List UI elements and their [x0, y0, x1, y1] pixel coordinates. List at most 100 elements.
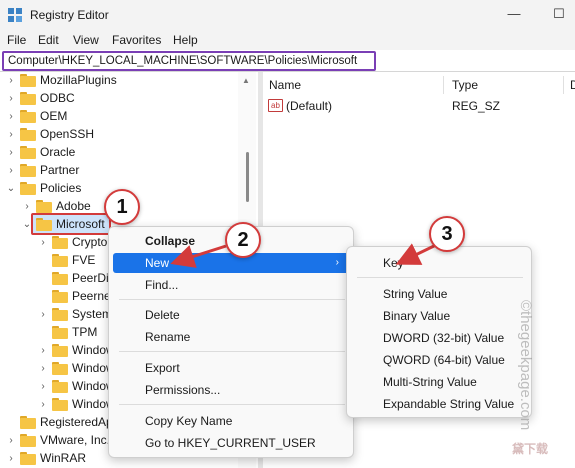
tree-item-label: Oracle	[40, 145, 76, 159]
folder-icon	[52, 308, 68, 321]
folder-icon	[52, 236, 68, 249]
registry-editor-icon	[8, 8, 22, 22]
expand-icon[interactable]: ›	[6, 93, 16, 105]
maximize-button[interactable]: ☐	[548, 5, 570, 25]
folder-icon	[20, 182, 36, 195]
menu-item-delete[interactable]: Delete	[113, 305, 349, 325]
menu-item-rename[interactable]: Rename	[113, 327, 349, 347]
menu-separator	[119, 404, 345, 405]
menu-item-export[interactable]: Export	[113, 358, 349, 378]
folder-icon	[36, 218, 52, 231]
submenu-item-multi-string-value[interactable]: Multi-String Value	[351, 372, 527, 392]
expand-icon[interactable]: ›	[6, 75, 16, 87]
menu-view[interactable]: View	[73, 33, 99, 47]
folder-icon	[20, 92, 36, 105]
expand-icon[interactable]: ›	[6, 165, 16, 177]
menu-file[interactable]: File	[7, 33, 26, 47]
tree-item-label: System	[72, 307, 113, 321]
submenu-item-expandable-string-value[interactable]: Expandable String Value	[351, 394, 527, 414]
expand-icon[interactable]: ›	[6, 147, 16, 159]
menu-item-copy-key-name[interactable]: Copy Key Name	[113, 411, 349, 431]
column-header-name[interactable]: Name	[269, 78, 301, 92]
submenu-arrow-icon: ›	[335, 257, 339, 268]
expand-icon[interactable]: ›	[38, 345, 48, 357]
menu-favorites[interactable]: Favorites	[112, 33, 161, 47]
folder-icon	[52, 344, 68, 357]
scrollbar-thumb[interactable]	[246, 152, 249, 202]
expand-icon[interactable]: ›	[38, 381, 48, 393]
tree-item-label: WinRAR	[40, 451, 87, 465]
menu-item-find[interactable]: Find...	[113, 275, 349, 295]
step-3-callout: 3	[429, 216, 465, 252]
tree-item-openssh[interactable]: › OpenSSH	[0, 126, 238, 144]
tree-item-label: OpenSSH	[40, 127, 95, 141]
tree-item-oracle[interactable]: › Oracle	[0, 144, 238, 162]
title-bar: Registry Editor — ☐	[0, 0, 575, 30]
column-header-type[interactable]: Type	[452, 78, 478, 92]
submenu-item-binary-value[interactable]: Binary Value	[351, 306, 527, 326]
tree-item-label: Adobe	[56, 199, 91, 213]
expand-icon[interactable]: ›	[38, 309, 48, 321]
submenu-item-string-value[interactable]: String Value	[351, 284, 527, 304]
value-type: REG_SZ	[452, 99, 501, 113]
tree-item-label: RegisteredAp	[40, 415, 113, 429]
menu-edit[interactable]: Edit	[38, 33, 59, 47]
expand-icon[interactable]: ›	[6, 111, 16, 123]
tree-item-partner[interactable]: › Partner	[0, 162, 238, 180]
folder-icon	[52, 272, 68, 285]
scroll-up-icon[interactable]: ▲	[242, 76, 250, 85]
folder-icon	[20, 434, 36, 447]
column-header-data[interactable]: D	[570, 78, 575, 92]
folder-icon	[20, 416, 36, 429]
context-menu: Collapse New › Find... Delete Rename Expo…	[108, 226, 354, 458]
menu-item-new[interactable]: New ›	[113, 253, 349, 273]
new-submenu: Key String Value Binary Value DWORD (32-…	[346, 246, 532, 418]
expand-icon[interactable]: ›	[6, 435, 16, 447]
expand-icon[interactable]: ›	[38, 399, 48, 411]
folder-icon	[52, 362, 68, 375]
tree-item-label: Partner	[40, 163, 80, 177]
column-divider[interactable]	[443, 76, 444, 94]
folder-icon	[52, 380, 68, 393]
tree-item-odbc[interactable]: › ODBC	[0, 90, 238, 108]
submenu-item-key[interactable]: Key	[351, 253, 527, 273]
folder-icon	[36, 200, 52, 213]
folder-icon	[20, 146, 36, 159]
tree-item-label: MozillaPlugins	[40, 73, 117, 87]
menu-separator	[119, 299, 345, 300]
menu-help[interactable]: Help	[173, 33, 198, 47]
tree-item-oem[interactable]: › OEM	[0, 108, 238, 126]
tree-item-label: VMware, Inc.	[40, 433, 111, 447]
download-site-logo: 黛下载	[512, 442, 549, 456]
column-divider[interactable]	[563, 76, 564, 94]
string-value-icon: ab	[268, 99, 283, 112]
minimize-button[interactable]: —	[503, 5, 525, 25]
menu-bar: File Edit View Favorites Help	[0, 30, 575, 50]
expand-icon[interactable]: ›	[6, 129, 16, 141]
tree-item-mozillaplugins[interactable]: › MozillaPlugins	[0, 72, 238, 90]
folder-icon	[20, 74, 36, 87]
tree-item-label: Peerne	[72, 289, 111, 303]
menu-separator	[119, 351, 345, 352]
menu-item-goto-hkcu[interactable]: Go to HKEY_CURRENT_USER	[113, 433, 349, 453]
address-input[interactable]: Computer\HKEY_LOCAL_MACHINE\SOFTWARE\Pol…	[2, 51, 376, 71]
tree-item-label: FVE	[72, 253, 96, 267]
submenu-item-dword-value[interactable]: DWORD (32-bit) Value	[351, 328, 527, 348]
tree-item-label: TPM	[72, 325, 98, 339]
expand-icon[interactable]: ›	[22, 201, 32, 213]
folder-icon	[20, 110, 36, 123]
menu-item-permissions[interactable]: Permissions...	[113, 380, 349, 400]
menu-separator	[357, 277, 523, 278]
step-2-callout: 2	[225, 222, 261, 258]
submenu-item-qword-value[interactable]: QWORD (64-bit) Value	[351, 350, 527, 370]
address-bar: Computer\HKEY_LOCAL_MACHINE\SOFTWARE\Pol…	[0, 50, 575, 72]
tree-item-label: OEM	[40, 109, 68, 123]
expand-icon[interactable]: ›	[38, 363, 48, 375]
site-watermark: ©thegeekpage.com	[517, 300, 534, 431]
collapse-icon[interactable]: ⌄	[6, 183, 16, 195]
tree-item-label: ODBC	[40, 91, 75, 105]
window-title: Registry Editor	[30, 8, 109, 22]
expand-icon[interactable]: ›	[6, 453, 16, 465]
expand-icon[interactable]: ›	[38, 237, 48, 249]
step-1-callout: 1	[104, 189, 140, 225]
